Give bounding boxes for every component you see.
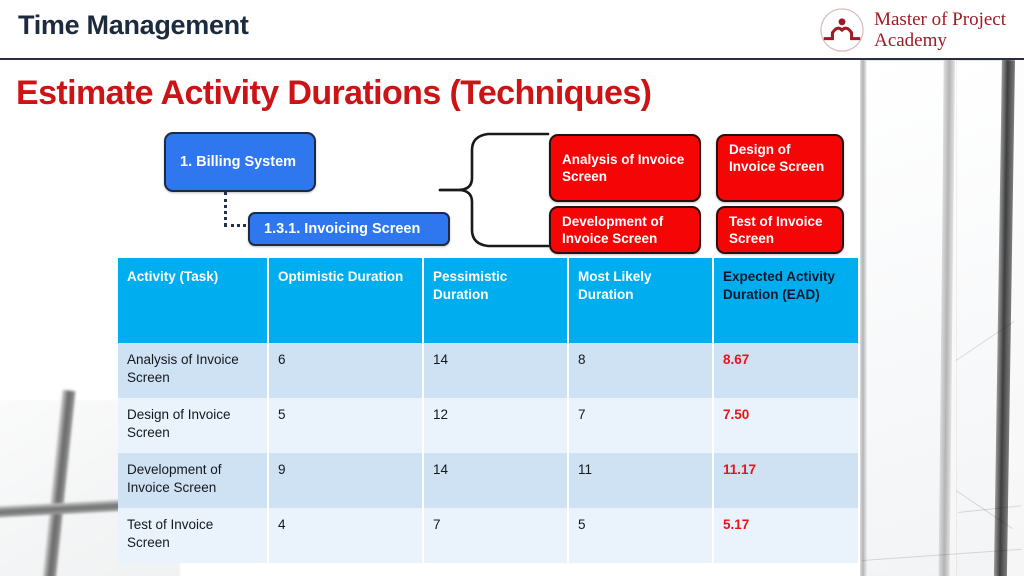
table-row: Test of Invoice Screen 4 7 5 5.17 [118,508,858,563]
cell-pessimistic: 14 [423,453,569,508]
diagram-node-billing-system: 1. Billing System [164,132,316,192]
cell-pessimistic: 14 [423,343,569,398]
cell-optimistic: 9 [268,453,424,508]
diagram-node-design-of-invoice-screen: Design of Invoice Screen [716,134,844,202]
cell-ead: 7.50 [713,398,858,453]
brand-logo-line2: Academy [874,30,947,51]
diagram-node-label: Test of Invoice Screen [729,213,823,246]
cell-pessimistic: 12 [423,398,569,453]
cell-ead: 11.17 [713,453,858,508]
cell-most-likely: 7 [568,398,714,453]
diagram-node-label: Development of Invoice Screen [562,213,664,246]
cell-ead: 8.67 [713,343,858,398]
cell-activity: Test of Invoice Screen [118,508,269,563]
column-header-optimistic: Optimistic Duration [268,258,424,343]
cell-optimistic: 4 [268,508,424,563]
brand-logo-text: Master of Project Academy [874,9,1006,51]
table-row: Development of Invoice Screen 9 14 11 11… [118,453,858,508]
cell-most-likely: 11 [568,453,714,508]
ead-table-head: Activity (Task) Optimistic Duration Pess… [118,258,858,343]
ead-table-body: Analysis of Invoice Screen 6 14 8 8.67 D… [118,343,858,563]
brand-logo: Master of Project Academy [819,6,1006,54]
diagram-node-label: Design of Invoice Screen [729,142,825,175]
dotted-connector-vertical [224,192,227,226]
diagram-node-invoicing-screen: 1.3.1. Invoicing Screen [248,212,450,246]
diagram-node-label: 1.3.1. Invoicing Screen [264,220,421,237]
column-header-pessimistic: Pessimistic Duration [423,258,569,343]
column-header-activity: Activity (Task) [118,258,269,343]
cell-optimistic: 5 [268,398,424,453]
ead-table: Activity (Task) Optimistic Duration Pess… [118,258,858,563]
table-row: Design of Invoice Screen 5 12 7 7.50 [118,398,858,453]
slide-canvas: Time Management Master of Project Academ… [0,0,1024,576]
table-row: Analysis of Invoice Screen 6 14 8 8.67 [118,343,858,398]
academy-logo-icon [820,8,864,52]
column-header-most-likely: Most Likely Duration [568,258,714,343]
header-divider [0,58,1024,60]
diagram-node-development-of-invoice-screen: Development of Invoice Screen [549,206,701,254]
diagram-node-label: 1. Billing System [180,153,297,170]
diagram-node-test-of-invoice-screen: Test of Invoice Screen [716,206,844,254]
diagram-node-analysis-of-invoice-screen: Analysis of Invoice Screen [549,134,701,202]
slide-kicker: Time Management [18,10,249,40]
cell-pessimistic: 7 [423,508,569,563]
diagram-node-label: Analysis of Invoice Screen [562,151,685,184]
cell-activity: Development of Invoice Screen [118,453,269,508]
cell-ead: 5.17 [713,508,858,563]
table-header-row: Activity (Task) Optimistic Duration Pess… [118,258,858,343]
ead-table-container: Activity (Task) Optimistic Duration Pess… [118,258,858,563]
cell-activity: Design of Invoice Screen [118,398,269,453]
column-header-expected-activity-duration: Expected Activity Duration (EAD) [713,258,858,343]
curly-brace-icon [438,132,550,248]
cell-most-likely: 5 [568,508,714,563]
brand-logo-line1: Master of Project [874,9,1006,30]
cell-most-likely: 8 [568,343,714,398]
slide-header: Time Management Master of Project Academ… [0,0,1024,59]
cell-activity: Analysis of Invoice Screen [118,343,269,398]
cell-optimistic: 6 [268,343,424,398]
